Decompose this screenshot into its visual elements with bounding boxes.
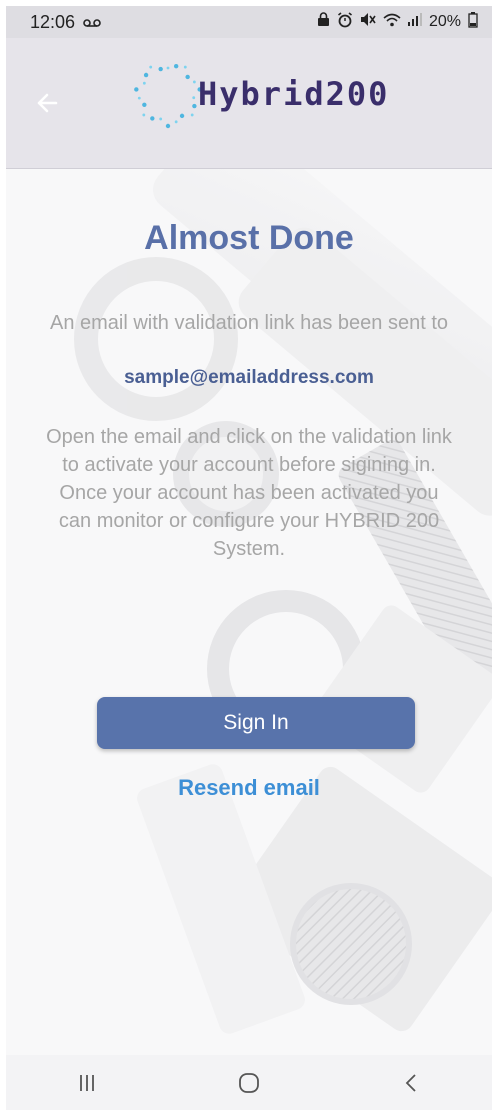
status-right: 20% bbox=[317, 11, 478, 33]
logo-dot bbox=[179, 113, 185, 119]
instructions-text: Open the email and click on the validati… bbox=[46, 423, 452, 563]
page-title: Almost Done bbox=[144, 219, 354, 257]
back-button[interactable] bbox=[30, 86, 64, 120]
email-address: sample@emailaddress.com bbox=[124, 367, 374, 388]
logo-dot bbox=[134, 87, 139, 92]
nav-back-button[interactable] bbox=[381, 1063, 441, 1103]
app-header: Hybrid200 bbox=[6, 38, 492, 169]
status-time: 12:06 bbox=[30, 11, 76, 32]
logo-dot bbox=[142, 113, 146, 117]
logo-dot bbox=[137, 96, 141, 100]
system-nav-bar bbox=[6, 1055, 492, 1110]
background-image bbox=[6, 169, 492, 1055]
logo-dot bbox=[166, 66, 170, 70]
wifi-icon bbox=[383, 13, 401, 32]
logo-dot bbox=[150, 116, 155, 121]
logo-dot bbox=[143, 72, 149, 78]
logo-dot bbox=[192, 80, 196, 84]
back-chevron-icon bbox=[405, 1073, 416, 1092]
resend-email-link[interactable]: Resend email bbox=[6, 775, 492, 801]
logo-dot bbox=[190, 113, 194, 117]
logo-dot bbox=[173, 63, 179, 69]
signal-icon bbox=[407, 13, 422, 31]
voicemail-icon bbox=[83, 12, 101, 33]
logo-dot bbox=[142, 102, 147, 108]
mute-icon bbox=[360, 12, 376, 32]
logo-dot bbox=[158, 66, 163, 72]
logo-text: Hybrid200 bbox=[198, 75, 390, 113]
home-icon bbox=[239, 1072, 259, 1093]
email-sent-message: An email with validation link has been s… bbox=[49, 312, 448, 334]
battery-icon bbox=[468, 11, 478, 33]
recent-apps-icon bbox=[80, 1074, 94, 1091]
alarm-icon bbox=[337, 11, 353, 33]
status-bar: 12:06 20% bbox=[6, 6, 492, 38]
logo-dot bbox=[165, 123, 171, 129]
logo-dot bbox=[142, 81, 146, 85]
arrow-left-icon bbox=[37, 93, 58, 113]
recent-apps-button[interactable] bbox=[57, 1063, 117, 1103]
logo-dot bbox=[183, 65, 187, 69]
logo: Hybrid200 bbox=[132, 58, 389, 130]
lock-icon bbox=[317, 12, 330, 32]
logo-dot bbox=[159, 117, 163, 121]
logo-dot bbox=[149, 65, 153, 69]
logo-dot bbox=[192, 103, 197, 109]
home-button[interactable] bbox=[219, 1063, 279, 1103]
battery-percent: 20% bbox=[428, 13, 461, 30]
instructions-line: Open the email and click on the validati… bbox=[46, 426, 452, 560]
status-left: 12:06 bbox=[30, 12, 101, 33]
sign-in-button[interactable]: Sign In bbox=[97, 697, 415, 749]
logo-dot bbox=[174, 120, 178, 124]
logo-dot bbox=[185, 74, 190, 80]
logo-dots-icon bbox=[134, 63, 202, 129]
logo-dot bbox=[192, 96, 196, 100]
